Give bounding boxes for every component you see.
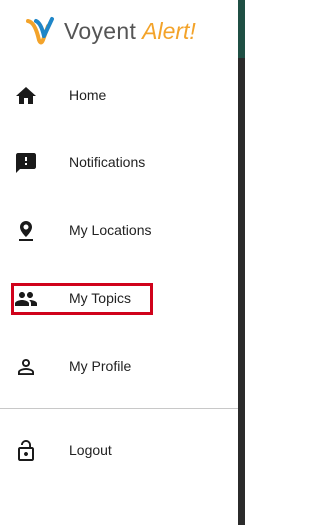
unlock-icon xyxy=(14,439,38,463)
voyent-logo-mark-icon xyxy=(26,17,54,45)
menu-item-label: My Profile xyxy=(69,358,132,374)
home-icon xyxy=(14,84,38,108)
notification-alert-icon xyxy=(14,151,38,175)
menu-item-label: Notifications xyxy=(69,154,146,170)
drawer-backdrop[interactable] xyxy=(238,0,245,525)
menu-item-my-topics[interactable]: My Topics xyxy=(0,279,238,319)
brand-accent: Alert! xyxy=(142,17,196,44)
brand-name: Voyent xyxy=(64,17,137,44)
menu-item-my-locations[interactable]: My Locations xyxy=(0,211,238,251)
menu-item-notifications[interactable]: Notifications xyxy=(0,143,238,183)
menu-item-label: Logout xyxy=(69,442,112,458)
brand-logo: Voyent Alert! xyxy=(26,14,196,48)
location-pin-icon xyxy=(14,219,38,243)
menu-item-label: Home xyxy=(69,87,107,103)
menu-item-home[interactable]: Home xyxy=(0,76,238,116)
person-icon xyxy=(14,355,38,379)
backdrop-header-edge xyxy=(238,0,245,58)
menu-divider xyxy=(0,408,238,409)
menu-item-label: My Topics xyxy=(69,290,131,306)
menu-item-my-profile[interactable]: My Profile xyxy=(0,347,238,387)
people-icon xyxy=(14,287,38,311)
menu-item-label: My Locations xyxy=(69,222,152,238)
menu-item-logout[interactable]: Logout xyxy=(0,431,238,471)
app-screen: Voyent Alert! Home Notifications My Loca… xyxy=(0,0,245,525)
navigation-drawer: Voyent Alert! Home Notifications My Loca… xyxy=(0,0,238,525)
